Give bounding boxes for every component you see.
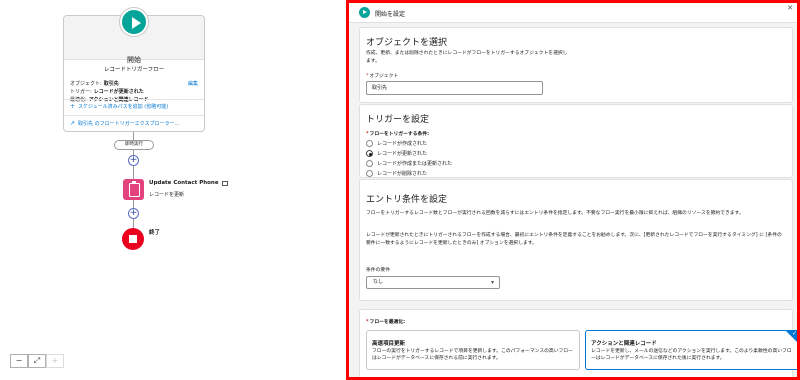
connector-line bbox=[133, 132, 134, 140]
fit-view-button[interactable]: ⤢ bbox=[28, 354, 46, 368]
option-title: アクションと関連レコード bbox=[591, 341, 657, 347]
start-element-card[interactable]: 開始 レコードトリガーフロー オブジェクト: 取引先 トリガー: レコードが更新… bbox=[63, 8, 205, 132]
action-element-title[interactable]: Update Contact Phone bbox=[149, 180, 228, 186]
update-records-icon[interactable] bbox=[123, 179, 144, 200]
chevron-down-icon: ▾ bbox=[490, 279, 494, 286]
start-subtitle: レコードトリガーフロー bbox=[103, 67, 165, 73]
trigger-section: トリガーを設定 *フローをトリガーする条件: レコードが作成された レコードが更… bbox=[359, 104, 793, 178]
add-element-button[interactable]: + bbox=[128, 155, 139, 166]
section-heading: エントリ条件を設定 bbox=[366, 195, 448, 205]
radio-button[interactable] bbox=[366, 160, 373, 167]
card-divider bbox=[64, 99, 204, 100]
optimize-option-fast-field-updates[interactable]: 高速項目更新 フローの実行をトリガーするレコードで項目を更新します。このパフォー… bbox=[366, 330, 580, 370]
field-label-text: オブジェクト bbox=[369, 74, 399, 79]
field-label: 条件の要件 bbox=[366, 268, 390, 273]
detail-label: オブジェクト: bbox=[70, 81, 102, 87]
option-title: 高速項目更新 bbox=[372, 341, 406, 347]
radio-label: レコードが削除された bbox=[377, 171, 428, 177]
detail-value: 取引先 bbox=[103, 81, 119, 87]
radio-button[interactable] bbox=[366, 150, 373, 157]
end-stop-icon bbox=[122, 228, 144, 250]
element-info-icon bbox=[221, 180, 228, 186]
condition-requirement-select[interactable]: なし ▾ bbox=[366, 276, 500, 289]
section-description: レコードが更新されたときにトリガーされるフローを作成する場合、最初にエントリ条件… bbox=[366, 233, 782, 246]
link-text: 取引先 のフロートリガーエクスプローラー... bbox=[78, 121, 180, 127]
radio-label: レコードが作成または更新された bbox=[377, 161, 453, 167]
entry-conditions-section: エントリ条件を設定 フローをトリガーするレコード数とフローが実行される回数を減ら… bbox=[359, 179, 793, 301]
field-label-text: フローを最適化: bbox=[369, 320, 406, 325]
external-link-icon: ↗ bbox=[70, 120, 76, 127]
section-description: フローをトリガーするレコード数とフローが実行される回数を減らすにはエントリ条件を… bbox=[366, 211, 744, 216]
add-element-button[interactable]: + bbox=[128, 208, 139, 219]
action-element-subtitle: レコードを更新 bbox=[149, 192, 185, 198]
end-label: 終了 bbox=[149, 230, 161, 236]
trigger-option-deleted[interactable]: レコードが削除された bbox=[366, 170, 427, 177]
panel-header: 開始を設定 ✕ bbox=[349, 3, 797, 23]
detail-label: トリガー: bbox=[70, 89, 92, 95]
trigger-explorer-link[interactable]: ↗ 取引先 のフロートリガーエクスプローラー... bbox=[70, 120, 179, 127]
flow-canvas[interactable]: 開始 レコードトリガーフロー オブジェクト: 取引先 トリガー: レコードが更新… bbox=[0, 0, 346, 380]
trigger-option-created[interactable]: レコードが作成された bbox=[366, 140, 427, 147]
field-label: *オブジェクト bbox=[366, 72, 398, 79]
optimize-option-actions-related-records[interactable]: ✓ アクションと関連レコード レコードを更新し、メールの送信などのアクションを実… bbox=[585, 330, 797, 370]
panel-title: 開始を設定 bbox=[375, 11, 406, 18]
radio-label: レコードが更新された bbox=[377, 151, 428, 157]
zoom-out-button[interactable]: − bbox=[10, 354, 28, 368]
check-icon: ✓ bbox=[791, 330, 797, 337]
optimize-section: *フローを最適化: 高速項目更新 フローの実行をトリガーするレコードで項目を更新… bbox=[359, 309, 797, 377]
detail-row-trigger: トリガー: レコードが更新された bbox=[70, 88, 202, 96]
edit-link[interactable]: 編集 bbox=[188, 80, 198, 87]
action-title-text: Update Contact Phone bbox=[149, 180, 219, 186]
option-description: レコードを更新し、メールの送信などのアクションを実行します。このより柔軟性の高い… bbox=[591, 349, 792, 361]
select-value: なし bbox=[373, 279, 384, 285]
detail-value: レコードが更新された bbox=[93, 89, 144, 95]
field-label-text: フローをトリガーする条件: bbox=[369, 132, 429, 137]
object-section: オブジェクトを選択 作成、更新、または削除されたときにレコードがフローをトリガー… bbox=[359, 27, 793, 103]
required-marker: * bbox=[366, 320, 369, 325]
start-play-icon bbox=[120, 8, 148, 36]
add-scheduled-path-link[interactable]: + スケジュール済みパスを追加 (省略可能) bbox=[70, 103, 168, 110]
section-heading: オブジェクトを選択 bbox=[366, 38, 448, 48]
start-title: 開始 bbox=[127, 56, 141, 64]
field-label: *フローを最適化: bbox=[366, 318, 405, 325]
section-description: 作成、更新、または削除されたときにレコードがフローをトリガーするオブジェクトを選… bbox=[366, 51, 568, 64]
detail-row-object: オブジェクト: 取引先 bbox=[70, 80, 202, 88]
radio-button[interactable] bbox=[366, 140, 373, 147]
option-description: フローの実行をトリガーするレコードで項目を更新します。このパフォーマンスの高いフ… bbox=[372, 349, 573, 361]
trigger-option-updated[interactable]: レコードが更新された bbox=[366, 150, 427, 157]
start-play-icon bbox=[359, 7, 370, 18]
radio-label: レコードが作成された bbox=[377, 141, 428, 147]
object-input[interactable]: 取引先 bbox=[366, 81, 543, 95]
immediate-path-label: 即時実行 bbox=[114, 140, 154, 150]
zoom-controls: − ⤢ + bbox=[10, 354, 64, 368]
plus-icon: + bbox=[70, 103, 76, 110]
field-label: *フローをトリガーする条件: bbox=[366, 130, 429, 137]
trigger-option-created-or-updated[interactable]: レコードが作成または更新された bbox=[366, 160, 452, 167]
section-heading: トリガーを設定 bbox=[366, 115, 430, 125]
card-divider bbox=[64, 115, 204, 116]
link-text: スケジュール済みパスを追加 (省略可能) bbox=[78, 104, 169, 110]
close-icon[interactable]: ✕ bbox=[787, 4, 793, 12]
radio-button[interactable] bbox=[366, 170, 373, 177]
zoom-in-button[interactable]: + bbox=[46, 354, 64, 368]
configure-start-panel: 開始を設定 ✕ オブジェクトを選択 作成、更新、または削除されたときにレコードが… bbox=[346, 0, 800, 380]
required-marker: * bbox=[366, 132, 369, 137]
start-details: オブジェクト: 取引先 トリガー: レコードが更新された 最適化: アクションと… bbox=[70, 80, 202, 104]
